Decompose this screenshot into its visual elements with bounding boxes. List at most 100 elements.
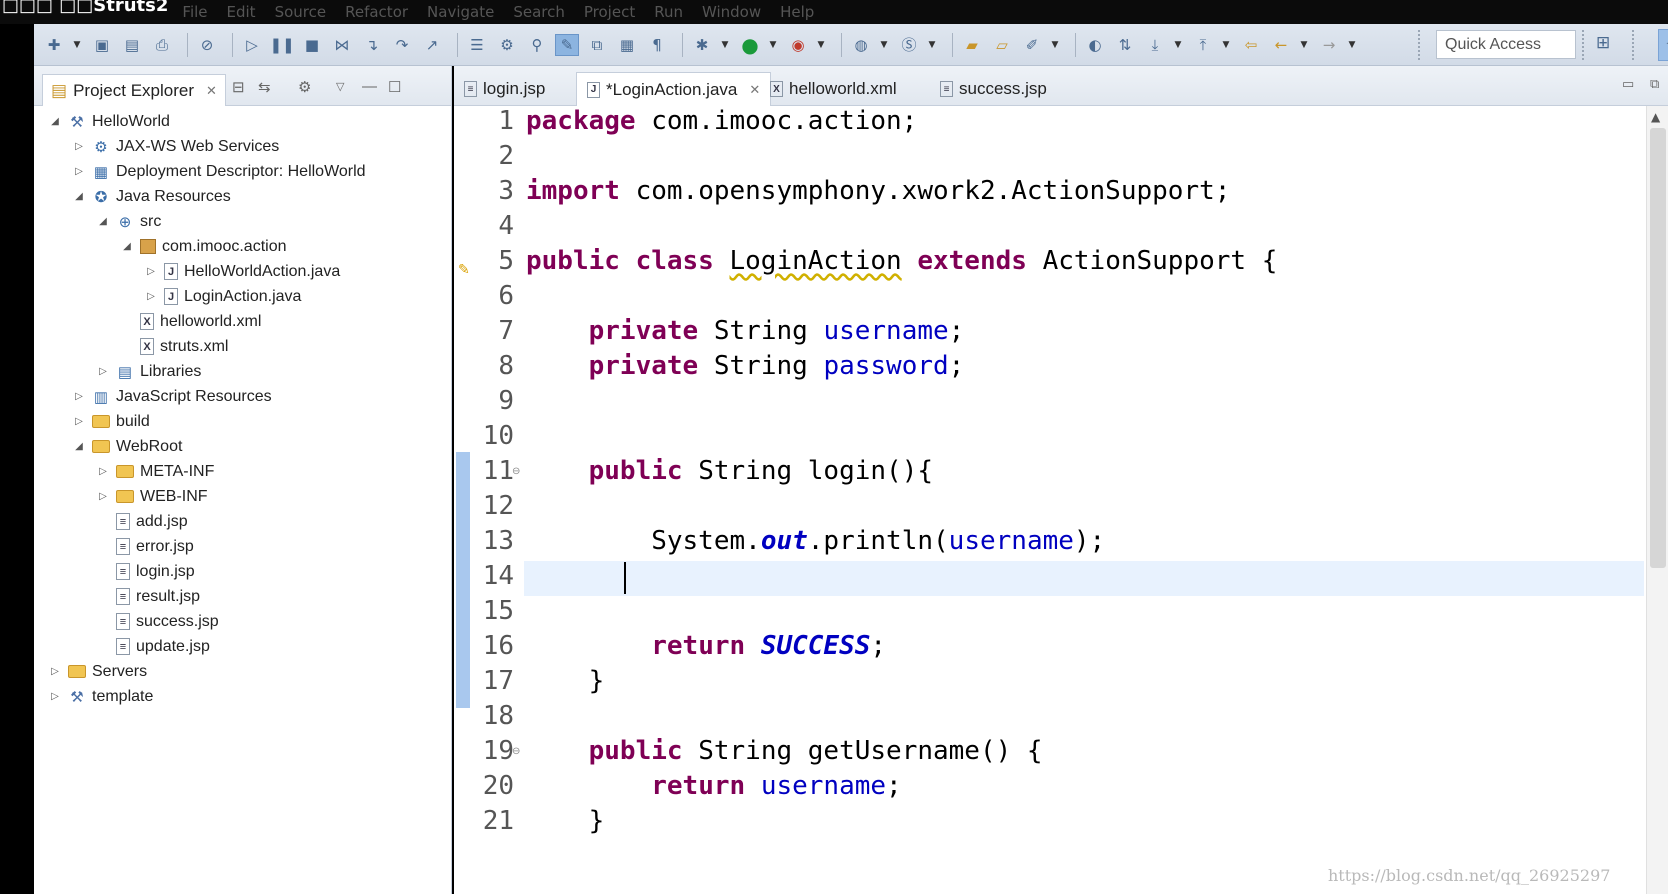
tree-item[interactable]: ▷ WEB-INF <box>96 484 207 509</box>
block-selection-icon[interactable]: ⧉ <box>585 34 609 56</box>
tree-item[interactable]: ◢ com.imooc.action <box>120 234 286 259</box>
collapsed-arrow-icon[interactable]: ▷ <box>72 416 86 427</box>
tree-item[interactable]: ≡ result.jsp <box>96 584 200 609</box>
filter-icon[interactable]: ⚙ <box>298 78 311 96</box>
back-dropdown-icon[interactable]: ▼ <box>1299 34 1309 56</box>
pen-dropdown-icon[interactable]: ▼ <box>1050 34 1060 56</box>
server-dropdown-icon[interactable]: ▼ <box>879 34 889 56</box>
paragraph-icon[interactable]: ¶ <box>645 34 669 56</box>
toolbar-grip[interactable] <box>1418 30 1422 60</box>
save-icon[interactable]: ▣ <box>90 34 114 56</box>
tree-item[interactable]: ▷ J HelloWorldAction.java <box>144 259 340 284</box>
tab-helloworld-xml[interactable]: X helloworld.xml <box>760 72 907 106</box>
expanded-arrow-icon[interactable]: ◢ <box>96 216 110 227</box>
close-icon[interactable]: ✕ <box>206 83 217 99</box>
scroll-thumb[interactable] <box>1650 128 1666 568</box>
collapsed-arrow-icon[interactable]: ▷ <box>144 266 158 277</box>
tree-item[interactable]: ◢ WebRoot <box>72 434 182 459</box>
last-edit-icon[interactable]: ⇦ <box>1239 34 1263 56</box>
globe-icon[interactable]: ◐ <box>1083 34 1107 56</box>
fold-icon[interactable]: ⊖ <box>512 466 520 477</box>
tree-item[interactable]: ▷ Servers <box>48 659 147 684</box>
collapsed-arrow-icon[interactable]: ▷ <box>96 466 110 477</box>
maximize-icon[interactable]: ⧉ <box>1650 76 1659 92</box>
open-type-icon[interactable]: ⚙ <box>495 34 519 56</box>
open-folder-icon[interactable]: ▰ <box>960 34 984 56</box>
tree-item[interactable]: ▷ ▤ Libraries <box>96 359 201 384</box>
run-dropdown-icon[interactable]: ▼ <box>768 34 778 56</box>
transfer-icon[interactable]: ⇅ <box>1113 34 1137 56</box>
tab-loginaction-java[interactable]: J *LoginAction.java ✕ <box>576 72 772 106</box>
tab-login-jsp[interactable]: ≡ login.jsp <box>454 72 555 106</box>
menu-project[interactable]: Project <box>584 3 635 21</box>
tree-item[interactable]: ▷ J LoginAction.java <box>144 284 301 309</box>
view-menu-icon[interactable]: ▽ <box>336 80 344 93</box>
tree-item[interactable]: ◢ ✪ Java Resources <box>72 184 231 209</box>
pen-icon[interactable]: ✐ <box>1020 34 1044 56</box>
scroll-up-icon[interactable]: ▲ <box>1651 110 1660 124</box>
expanded-arrow-icon[interactable]: ◢ <box>120 241 134 252</box>
tree-item[interactable]: Xhelloworld.xml <box>120 309 261 334</box>
tree-item[interactable]: ▷ ⚒ template <box>48 684 153 709</box>
previous-annotation-dropdown-icon[interactable]: ▼ <box>1221 34 1231 56</box>
collapsed-arrow-icon[interactable]: ▷ <box>72 391 86 402</box>
forward-icon[interactable]: → <box>1317 34 1341 56</box>
tab-success-jsp[interactable]: ≡ success.jsp <box>930 72 1057 106</box>
maximize-icon[interactable]: ☐ <box>388 78 401 96</box>
debug-icon[interactable]: ✱ <box>690 34 714 56</box>
resume-icon[interactable]: ▷ <box>240 34 264 56</box>
expanded-arrow-icon[interactable]: ◢ <box>72 191 86 202</box>
server-icon[interactable]: ◍ <box>849 34 873 56</box>
menu-navigate[interactable]: Navigate <box>427 3 494 21</box>
java-perspective-button[interactable]: ✦ Ja <box>1658 29 1668 61</box>
run-external-dropdown-icon[interactable]: ▼ <box>816 34 826 56</box>
new-icon[interactable]: ✚ <box>42 34 66 56</box>
forward-dropdown-icon[interactable]: ▼ <box>1347 34 1357 56</box>
quick-access-input[interactable]: Quick Access <box>1436 30 1576 59</box>
link-with-editor-icon[interactable]: ⇆ <box>258 78 271 96</box>
previous-annotation-icon[interactable]: ⤒ <box>1191 34 1215 56</box>
collapsed-arrow-icon[interactable]: ▷ <box>48 691 62 702</box>
step-over-icon[interactable]: ↷ <box>390 34 414 56</box>
disconnect-icon[interactable]: ⋈ <box>330 34 354 56</box>
tab-project-explorer[interactable]: ▤ Project Explorer ✕ <box>42 74 226 106</box>
menu-refactor[interactable]: Refactor <box>345 3 408 21</box>
close-icon[interactable]: ✕ <box>749 82 760 98</box>
next-annotation-icon[interactable]: ⤓ <box>1143 34 1167 56</box>
print-icon[interactable]: ⎙ <box>150 34 174 56</box>
new-class-icon[interactable]: Ⓢ <box>897 34 921 56</box>
vertical-scrollbar[interactable]: ▲ <box>1646 106 1668 894</box>
tree-item[interactable]: ▷ META-INF <box>96 459 214 484</box>
menu-help[interactable]: Help <box>780 3 814 21</box>
tree-item[interactable]: ▷ build <box>72 409 150 434</box>
expanded-arrow-icon[interactable]: ◢ <box>48 116 62 127</box>
expanded-arrow-icon[interactable]: ◢ <box>72 441 86 452</box>
run-icon[interactable]: ● <box>738 33 762 57</box>
debug-dropdown-icon[interactable]: ▼ <box>720 34 730 56</box>
toolbar-grip[interactable] <box>1632 30 1636 60</box>
menu-file[interactable]: File <box>182 3 207 21</box>
tree-item[interactable]: ▷ ▦ Deployment Descriptor: HelloWorld <box>72 159 365 184</box>
suspend-icon[interactable]: ❚❚ <box>269 34 294 56</box>
mark-occurrences-icon[interactable]: ✎ <box>555 33 579 56</box>
tree-item[interactable]: Xstruts.xml <box>120 334 228 359</box>
tree-item[interactable]: ≡ error.jsp <box>96 534 194 559</box>
run-external-icon[interactable]: ◉ <box>786 34 810 56</box>
menu-edit[interactable]: Edit <box>227 3 256 21</box>
skip-breakpoints-icon[interactable]: ⊘ <box>195 34 219 56</box>
minimize-icon[interactable]: — <box>362 78 377 95</box>
step-return-icon[interactable]: ↗ <box>420 34 444 56</box>
step-into-icon[interactable]: ↴ <box>360 34 384 56</box>
new-dropdown-icon[interactable]: ▼ <box>72 34 82 56</box>
open-perspective-icon[interactable]: ⊞ <box>1596 33 1610 53</box>
tree-item[interactable]: ≡ update.jsp <box>96 634 210 659</box>
tree-item[interactable]: ≡ login.jsp <box>96 559 195 584</box>
menu-search[interactable]: Search <box>513 3 565 21</box>
tree-item[interactable]: ≡ success.jsp <box>96 609 219 634</box>
next-annotation-dropdown-icon[interactable]: ▼ <box>1173 34 1183 56</box>
menu-window[interactable]: Window <box>702 3 761 21</box>
toolbar-grip[interactable] <box>1582 30 1586 60</box>
terminate-icon[interactable]: ■ <box>300 34 324 56</box>
tree-item[interactable]: ≡ add.jsp <box>96 509 188 534</box>
collapse-all-icon[interactable]: ⊟ <box>232 78 245 96</box>
